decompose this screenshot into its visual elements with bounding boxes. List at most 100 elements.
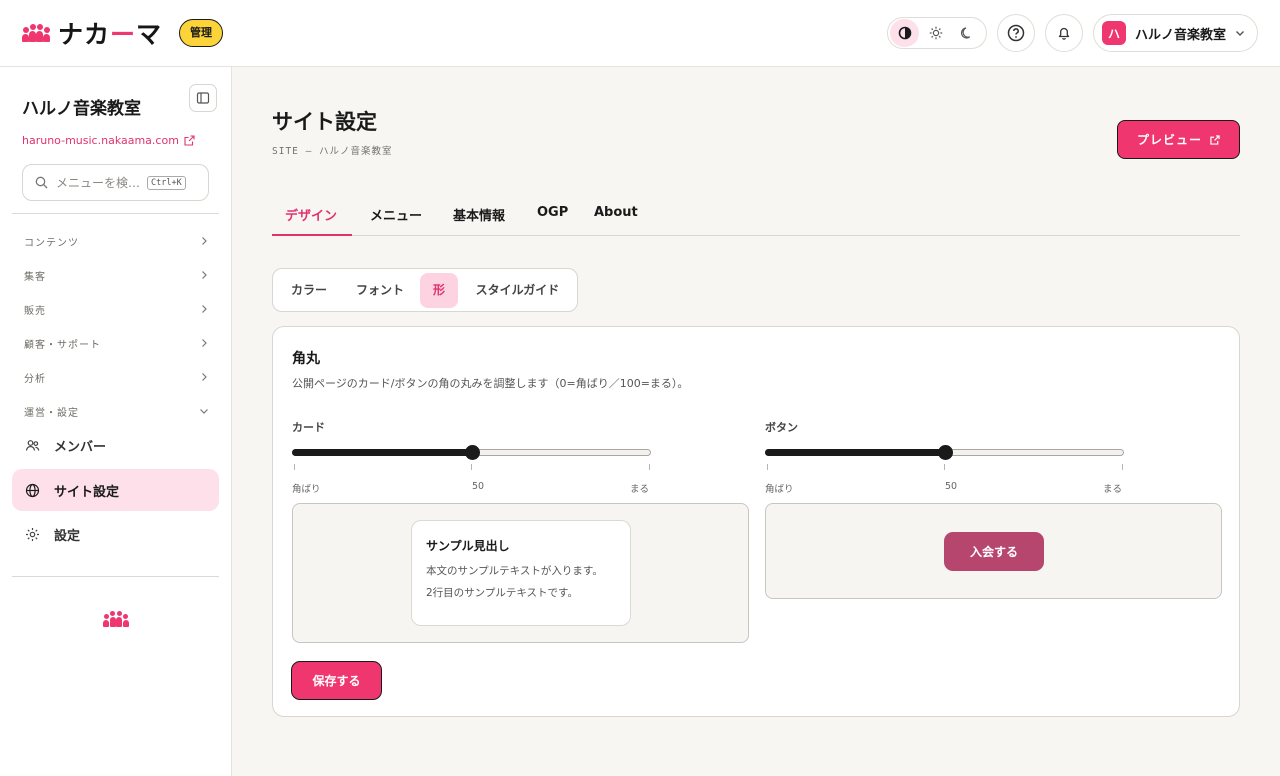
- theme-light-button[interactable]: [921, 19, 950, 47]
- external-link-icon: [184, 135, 195, 146]
- notifications-button[interactable]: [1045, 14, 1083, 52]
- menu-search-input[interactable]: メニューを検… Ctrl+K: [22, 164, 209, 201]
- tick-label-min: 角ばり: [765, 484, 794, 495]
- top-header: ナカーマ 管理 ハ ハルノ音楽教室: [0, 0, 1280, 67]
- subtab-style-guide[interactable]: スタイルガイド: [466, 273, 569, 308]
- chevron-right-icon: [202, 271, 207, 279]
- sidebar-toggle-icon: [196, 92, 210, 104]
- sample-text: 本文のサンプルテキストが入ります。: [426, 565, 603, 577]
- search-icon: [35, 176, 48, 189]
- subtab-shape[interactable]: 形: [420, 273, 458, 308]
- button-radius-slider[interactable]: [765, 445, 1124, 460]
- bell-icon: [1058, 27, 1070, 40]
- brand-logo[interactable]: ナカーマ: [22, 18, 163, 49]
- slider-thumb[interactable]: [465, 445, 480, 460]
- section-description: 公開ページのカード/ボタンの角の丸みを調整します（0=角ばり／100=まる）。: [292, 377, 689, 390]
- card-radius-slider[interactable]: [292, 445, 651, 460]
- subtab-color[interactable]: カラー: [278, 273, 340, 308]
- subtab-font[interactable]: フォント: [347, 273, 413, 308]
- avatar: ハ: [1102, 21, 1126, 45]
- tick-label-max: まる: [1103, 484, 1123, 495]
- account-menu-button[interactable]: ハ ハルノ音楽教室: [1093, 14, 1258, 52]
- brand-name: ナカーマ: [58, 20, 163, 49]
- section-label: 分析: [24, 373, 46, 385]
- button-preview-panel: 入会する: [765, 503, 1222, 599]
- section-label: コンテンツ: [24, 237, 79, 249]
- contrast-icon: [898, 26, 911, 40]
- section-label: 運営・設定: [24, 407, 79, 419]
- sample-join-button[interactable]: 入会する: [944, 532, 1044, 571]
- sidebar-section-operations[interactable]: 運営・設定: [24, 401, 209, 421]
- sidebar-item-label: メンバー: [54, 439, 107, 455]
- footer-logo-icon: [103, 611, 129, 627]
- section-label: 販売: [24, 305, 46, 317]
- page-title: サイト設定: [272, 110, 377, 134]
- tab-design[interactable]: デザイン: [272, 193, 352, 236]
- org-url-link[interactable]: haruno-music.nakaama.com: [22, 134, 195, 147]
- settings-tabs: デザイン メニュー 基本情報 OGP About: [272, 193, 1240, 236]
- section-title: 角丸: [292, 351, 320, 367]
- org-name: ハルノ音楽教室: [22, 99, 141, 119]
- sidebar-divider: [12, 213, 219, 214]
- theme-contrast-button[interactable]: [890, 19, 920, 47]
- slider-fill: [765, 449, 945, 456]
- sidebar-item-label: 設定: [54, 528, 81, 544]
- slider-ticks: [292, 464, 651, 470]
- save-button[interactable]: 保存する: [291, 661, 382, 700]
- sidebar-section-marketing[interactable]: 集客: [24, 265, 209, 285]
- sidebar-item-members[interactable]: メンバー: [12, 424, 219, 466]
- sidebar-divider: [12, 576, 219, 577]
- card-slider-label: カード: [292, 421, 325, 434]
- preview-button[interactable]: プレビュー: [1117, 120, 1240, 159]
- tab-about[interactable]: About: [594, 193, 638, 236]
- tab-ogp[interactable]: OGP: [537, 193, 568, 236]
- sample-text: 2行目のサンプルテキストです。: [426, 587, 578, 599]
- globe-icon: [25, 483, 40, 497]
- tick-label-max: まる: [630, 484, 650, 495]
- chevron-right-icon: [202, 237, 207, 245]
- section-label: 顧客・サポート: [24, 339, 101, 351]
- chevron-right-icon: [202, 373, 207, 381]
- theme-dark-button[interactable]: [953, 19, 982, 47]
- sun-icon: [929, 26, 943, 40]
- moon-icon: [961, 27, 971, 39]
- corner-radius-card: 角丸 公開ページのカード/ボタンの角の丸みを調整します（0=角ばり／100=まる…: [272, 326, 1240, 717]
- external-link-icon: [1210, 134, 1220, 145]
- chevron-down-icon: [200, 409, 208, 414]
- tick-label-mid: 50: [472, 481, 485, 492]
- design-subtabs: カラー フォント 形 スタイルガイド: [272, 268, 578, 312]
- account-name: ハルノ音楽教室: [1135, 27, 1227, 43]
- help-icon: [1007, 24, 1025, 42]
- sidebar-section-analytics[interactable]: 分析: [24, 367, 209, 387]
- sidebar-section-contents[interactable]: コンテンツ: [24, 231, 209, 251]
- tab-basic-info[interactable]: 基本情報: [453, 193, 505, 236]
- gear-icon: [26, 527, 39, 541]
- sidebar-section-support[interactable]: 顧客・サポート: [24, 333, 209, 353]
- tick-label-min: 角ばり: [292, 484, 321, 495]
- preview-label: プレビュー: [1136, 133, 1202, 147]
- sample-card: サンプル見出し 本文のサンプルテキストが入ります。 2行目のサンプルテキストです…: [411, 520, 631, 626]
- theme-switcher: [887, 17, 987, 49]
- slider-ticks: [765, 464, 1124, 470]
- collapse-sidebar-button[interactable]: [189, 84, 217, 112]
- chevron-right-icon: [202, 339, 207, 347]
- chevron-right-icon: [202, 305, 207, 313]
- admin-badge: 管理: [179, 19, 223, 47]
- slider-fill: [292, 449, 472, 456]
- search-shortcut: Ctrl+K: [147, 175, 186, 190]
- card-preview-panel: サンプル見出し 本文のサンプルテキストが入ります。 2行目のサンプルテキストです…: [292, 503, 749, 643]
- slider-thumb[interactable]: [938, 445, 953, 460]
- chevron-down-icon: [1236, 31, 1245, 36]
- tick-label-mid: 50: [945, 481, 958, 492]
- sidebar: ハルノ音楽教室 haruno-music.nakaama.com メニューを検……: [0, 67, 232, 776]
- sidebar-section-sales[interactable]: 販売: [24, 299, 209, 319]
- page-subtitle: SITE — ハルノ音楽教室: [272, 146, 393, 157]
- sidebar-item-label: サイト設定: [54, 484, 120, 500]
- search-placeholder: メニューを検…: [56, 176, 141, 190]
- members-icon: [25, 439, 40, 451]
- sidebar-item-settings[interactable]: 設定: [12, 513, 219, 555]
- tab-menu[interactable]: メニュー: [370, 193, 422, 236]
- sidebar-item-site-settings[interactable]: サイト設定: [12, 469, 219, 511]
- help-button[interactable]: [997, 14, 1035, 52]
- brand-people-icon: [22, 24, 50, 42]
